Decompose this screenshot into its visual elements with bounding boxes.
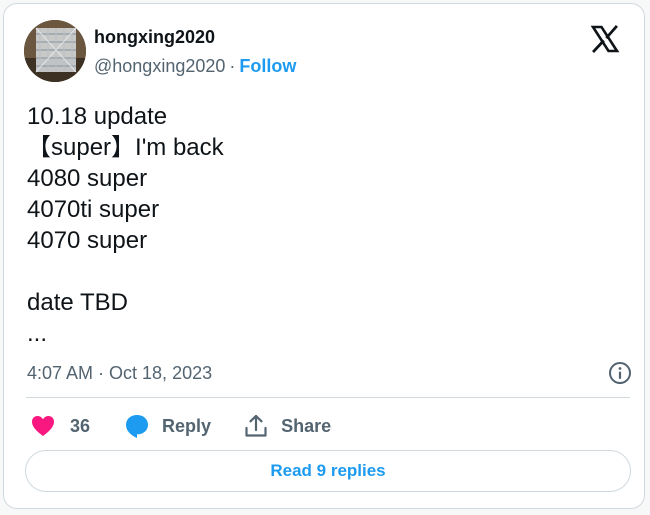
tweet-line: 4070ti super [27, 196, 160, 223]
reply-label: Reply [162, 415, 212, 436]
tweet-card: hongxing2020 @hongxing2020 · Follow 10.18 … [3, 3, 645, 509]
like-count: 36 [70, 415, 91, 436]
timestamp-link[interactable]: 4:07 AM · Oct 18, 2023 [27, 363, 212, 383]
read-replies-label: Read 9 replies [270, 461, 386, 480]
x-logo-icon[interactable] [590, 24, 620, 54]
tweet-line: ... [27, 320, 48, 347]
like-button[interactable]: 36 [30, 412, 90, 440]
reply-button[interactable]: Reply [124, 412, 211, 440]
author-handle[interactable]: @hongxing2020 [94, 56, 225, 76]
tweet-line: 4080 super [27, 165, 148, 192]
action-bar: 36 Reply Share [30, 412, 331, 440]
tweet-line: date TBD [27, 289, 128, 316]
share-label: Share [281, 415, 332, 436]
avatar[interactable] [24, 20, 86, 82]
tweet-line: 10.18 update [27, 103, 168, 130]
share-button[interactable]: Share [243, 412, 331, 440]
author-handle-line: @hongxing2020 · Follow [94, 55, 296, 77]
tweet-line: 【super】I'm back [27, 134, 224, 161]
read-replies-button[interactable]: Read 9 replies [25, 450, 631, 492]
tweet-line [27, 256, 617, 287]
reply-bubble-icon [126, 415, 149, 438]
tweet-header: hongxing2020 @hongxing2020 · Follow [24, 20, 624, 82]
separator-dot: · [229, 56, 236, 76]
author-block: hongxing2020 @hongxing2020 · Follow [94, 26, 296, 77]
share-icon [245, 414, 267, 437]
follow-button[interactable]: Follow [239, 56, 296, 76]
divider [26, 397, 630, 398]
tweet-text: 10.18 update 【super】I'm back 4080 super … [27, 101, 617, 349]
tweet-line: 4070 super [27, 227, 148, 254]
info-icon[interactable] [608, 361, 632, 385]
author-display-name[interactable]: hongxing2020 [94, 26, 296, 48]
heart-icon [32, 416, 54, 436]
tweet-meta: 4:07 AM · Oct 18, 2023 [27, 361, 632, 385]
